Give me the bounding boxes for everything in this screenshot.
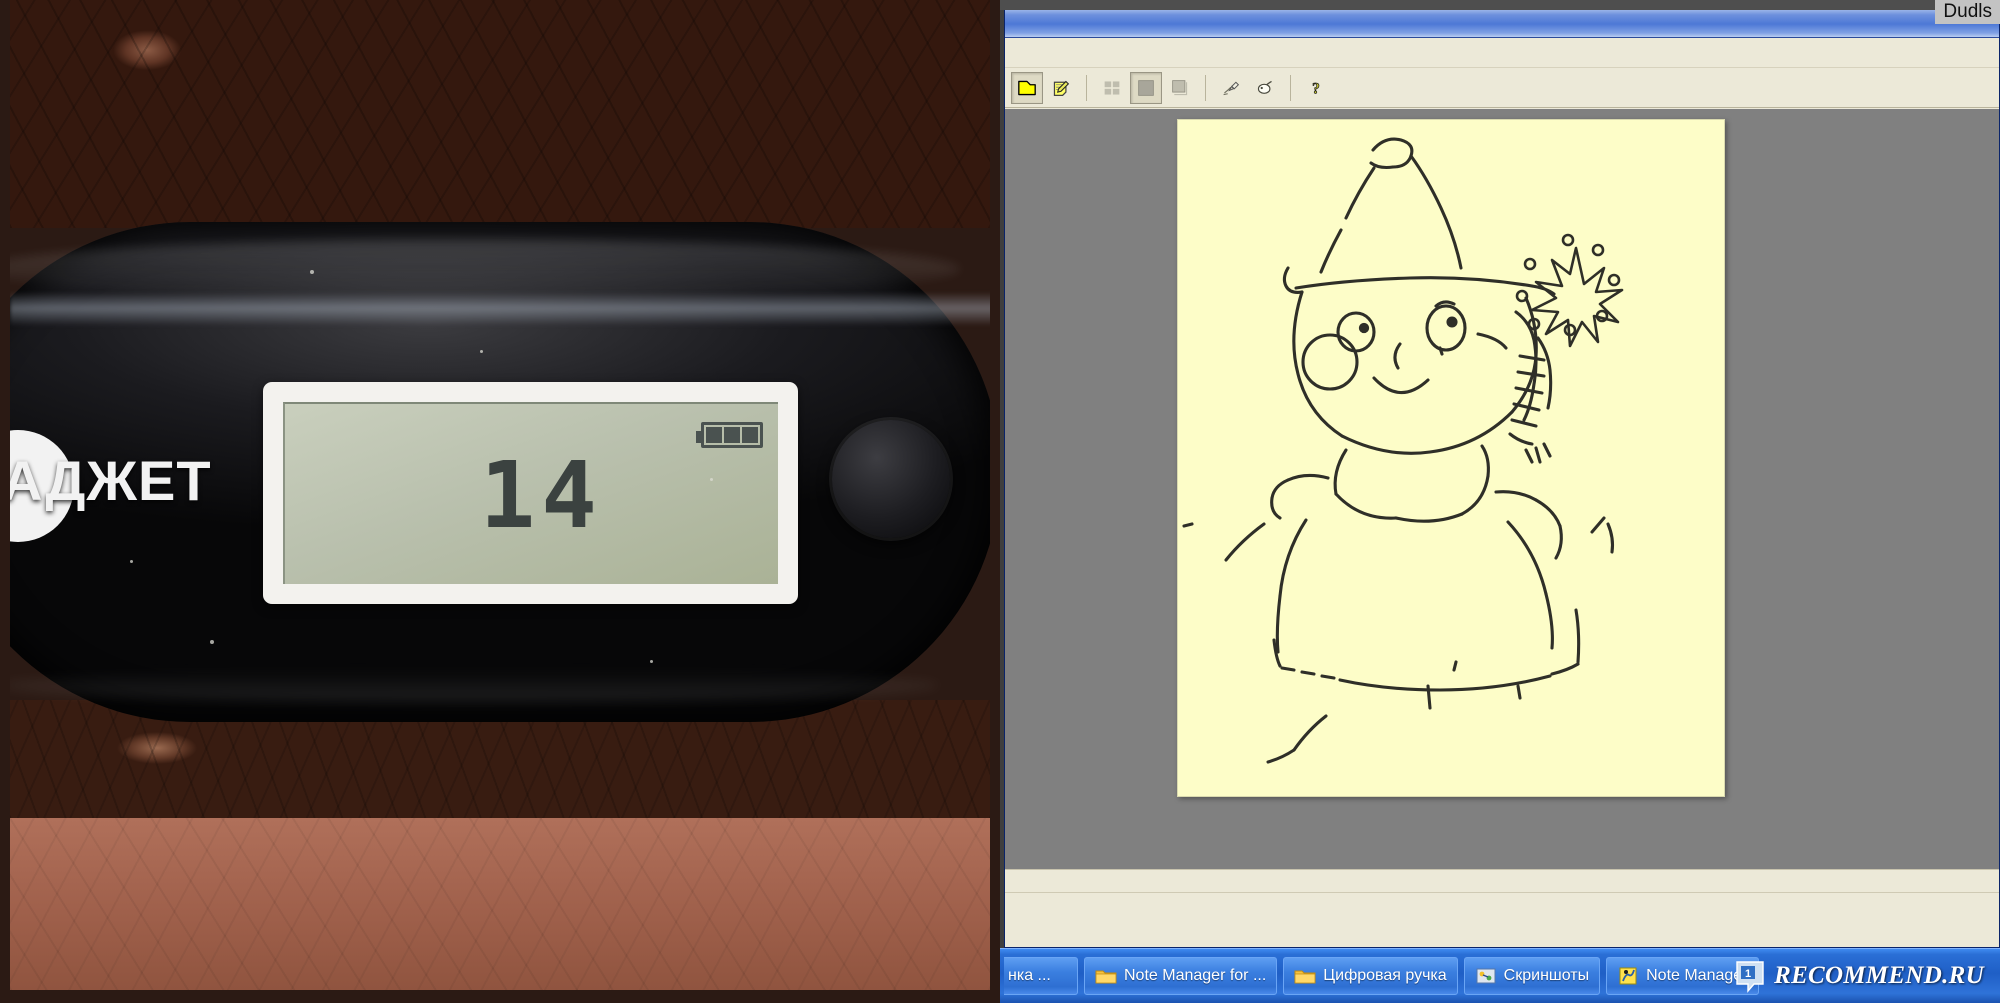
taskbar-item-label: нка ... [1008,967,1051,984]
taskbar-item-0[interactable]: нка ... [1004,957,1078,995]
hand-pointer-icon-glyph [1257,80,1272,94]
window-statusbar [1005,869,1999,909]
new-page-icon-glyph [1018,80,1036,95]
device-brand-text: АДЖЕТ [10,449,212,512]
folder-icon [1095,970,1117,984]
window-tooltip-label: Dudls [1935,0,2000,24]
dudls-window: ? [1004,10,2000,948]
leather-texture-lower [10,818,990,990]
thumbnail-grid-icon-glyph [1104,80,1120,95]
hand-pointer-icon[interactable] [1249,72,1281,104]
toolbar-separator [1086,74,1087,101]
note-manager-icon [1619,967,1637,985]
thumbnail-grid-icon[interactable] [1096,72,1128,104]
toolbar-separator [1205,74,1206,101]
lcd-screen: 14 [283,402,778,584]
new-page-icon[interactable] [1011,71,1043,104]
window-menubar[interactable] [1005,38,1999,68]
snowflake-drawing [1515,233,1624,348]
watermark-text: RECOMMEND.RU [1774,962,1984,989]
single-page-icon[interactable] [1130,71,1162,104]
pen-write-icon-glyph [1223,81,1240,95]
page-shadow-icon[interactable] [1164,72,1196,104]
recommend-watermark: 1 RECOMMEND.RU [1729,956,1994,996]
desktop-strip [1000,0,2000,10]
leather-texture-top [10,0,990,228]
svg-text:1: 1 [1745,968,1751,980]
svg-text:?: ? [1312,80,1320,96]
taskbar-item-label: Цифровая ручка [1323,967,1447,984]
page-shadow-icon-glyph [1172,79,1188,95]
application-panel: Dudls ? нка ... Note Manager for ... Циф… [1000,0,2000,1003]
toolbar-separator [1290,74,1291,101]
pedometer-photo: АДЖЕТ 14 [0,0,1000,1003]
single-page-icon-glyph [1138,79,1154,96]
folder-icon [1294,970,1316,984]
taskbar-item-label: Скриншоты [1503,967,1590,984]
photo-content: АДЖЕТ 14 [10,0,990,990]
screenshot-root: АДЖЕТ 14 Dudls ? нка ... Note Manager fo… [0,0,2000,1003]
snowman-drawing [1182,137,1624,764]
help-question-icon-glyph: ? [1312,80,1321,97]
note-pen-icon-glyph [1053,80,1070,96]
note-pen-icon[interactable] [1045,72,1077,104]
window-toolbar: ? [1005,68,1999,108]
help-question-icon[interactable]: ? [1300,72,1332,104]
screenshots-icon [1476,968,1496,984]
recommend-logo-icon: 1 [1736,961,1764,993]
taskbar-item-2[interactable]: Цифровая ручка [1283,957,1458,995]
lcd-step-count: 14 [479,441,603,549]
drawing-workspace[interactable] [1005,109,1999,869]
taskbar-item-1[interactable]: Note Manager for ... [1084,957,1278,995]
device-button-knob [832,420,950,538]
battery-indicator-icon [696,422,763,448]
note-page[interactable] [1177,119,1725,797]
taskbar-item-3[interactable]: Скриншоты [1463,957,1601,995]
pen-write-icon[interactable] [1215,72,1247,104]
window-titlebar[interactable] [1005,10,1999,38]
taskbar-item-label: Note Manager for ... [1124,967,1267,984]
lcd-bezel: 14 [263,382,798,604]
